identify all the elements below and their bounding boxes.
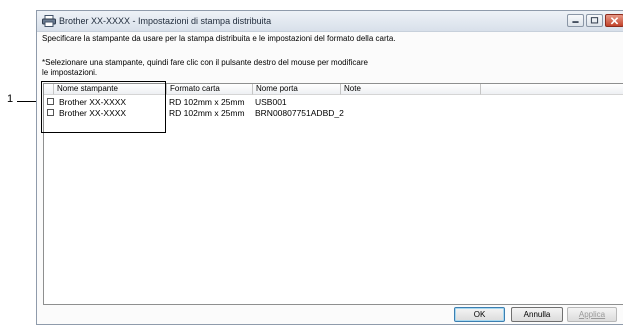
note-text: *Selezionare una stampante, quindi fare … [42, 58, 368, 77]
column-header-note[interactable]: Note [341, 84, 481, 95]
instruction-text: Specificare la stampante da usare per la… [42, 34, 396, 43]
close-icon [610, 17, 619, 25]
column-header-paper-size[interactable]: Formato carta [167, 84, 253, 95]
port-name-cell: BRN00807751ADBD_2 [255, 108, 344, 118]
settings-window: Brother XX-XXXX - Impostazioni di stampa… [36, 10, 623, 325]
minimize-button[interactable] [567, 14, 584, 27]
window-title: Brother XX-XXXX - Impostazioni di stampa… [59, 16, 272, 26]
column-header-filler [481, 84, 623, 95]
title-bar[interactable]: Brother XX-XXXX - Impostazioni di stampa… [37, 11, 623, 32]
callout-number: 1 [7, 93, 14, 105]
ok-button[interactable]: OK [454, 307, 505, 322]
column-header-port-name[interactable]: Nome porta [253, 84, 341, 95]
close-button[interactable] [605, 14, 623, 27]
printer-name-highlight-box [41, 81, 166, 133]
cancel-button[interactable]: Annulla [511, 307, 563, 322]
paper-size-cell: RD 102mm x 25mm [169, 108, 245, 118]
minimize-icon [572, 21, 579, 23]
port-name-cell: USB001 [255, 97, 287, 107]
maximize-icon [590, 17, 599, 24]
printer-icon [42, 15, 56, 27]
maximize-button[interactable] [586, 14, 603, 27]
paper-size-cell: RD 102mm x 25mm [169, 97, 245, 107]
apply-button[interactable]: Applica [567, 307, 617, 322]
